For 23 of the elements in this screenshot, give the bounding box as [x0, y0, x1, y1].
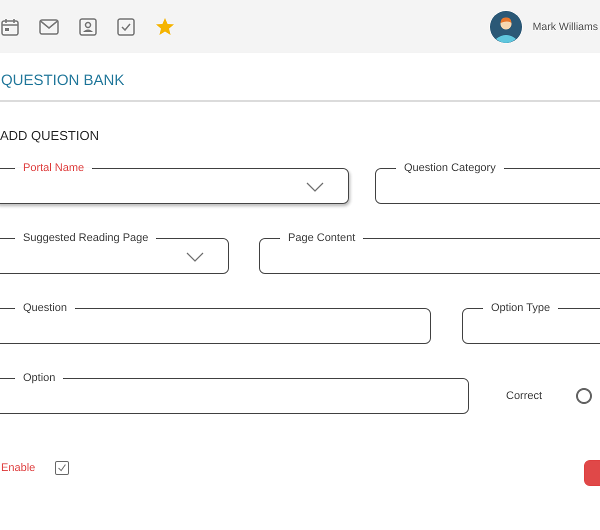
checkbox-icon[interactable]	[117, 18, 135, 36]
mail-icon[interactable]	[39, 18, 59, 34]
check-icon	[56, 462, 68, 474]
chevron-down-icon	[306, 182, 324, 192]
avatar-icon[interactable]	[490, 10, 522, 42]
chevron-down-icon	[186, 252, 204, 262]
page-title: QUESTION BANK	[1, 71, 126, 91]
star-icon[interactable]	[155, 16, 175, 36]
checkbox-label: Enable	[1, 462, 36, 474]
dropdown-field[interactable]: Portal Name	[0, 162, 349, 204]
checkbox[interactable]	[55, 461, 70, 475]
user-name: Mark Williams	[532, 20, 598, 32]
calendar-icon[interactable]	[1, 18, 19, 36]
input-field[interactable]: Option Type	[462, 302, 600, 344]
section-title: ADD QUESTION	[0, 127, 100, 145]
input-field[interactable]: Page Content	[259, 232, 600, 274]
input-field[interactable]: Question	[0, 302, 431, 344]
radio-button[interactable]	[576, 388, 592, 404]
radio-label: Correct	[506, 390, 542, 402]
input-field[interactable]: Option	[0, 372, 469, 414]
dropdown-field[interactable]: Suggested Reading Page	[0, 232, 229, 274]
input-field[interactable]: Question Category	[375, 162, 600, 204]
contact-icon[interactable]	[79, 18, 97, 36]
